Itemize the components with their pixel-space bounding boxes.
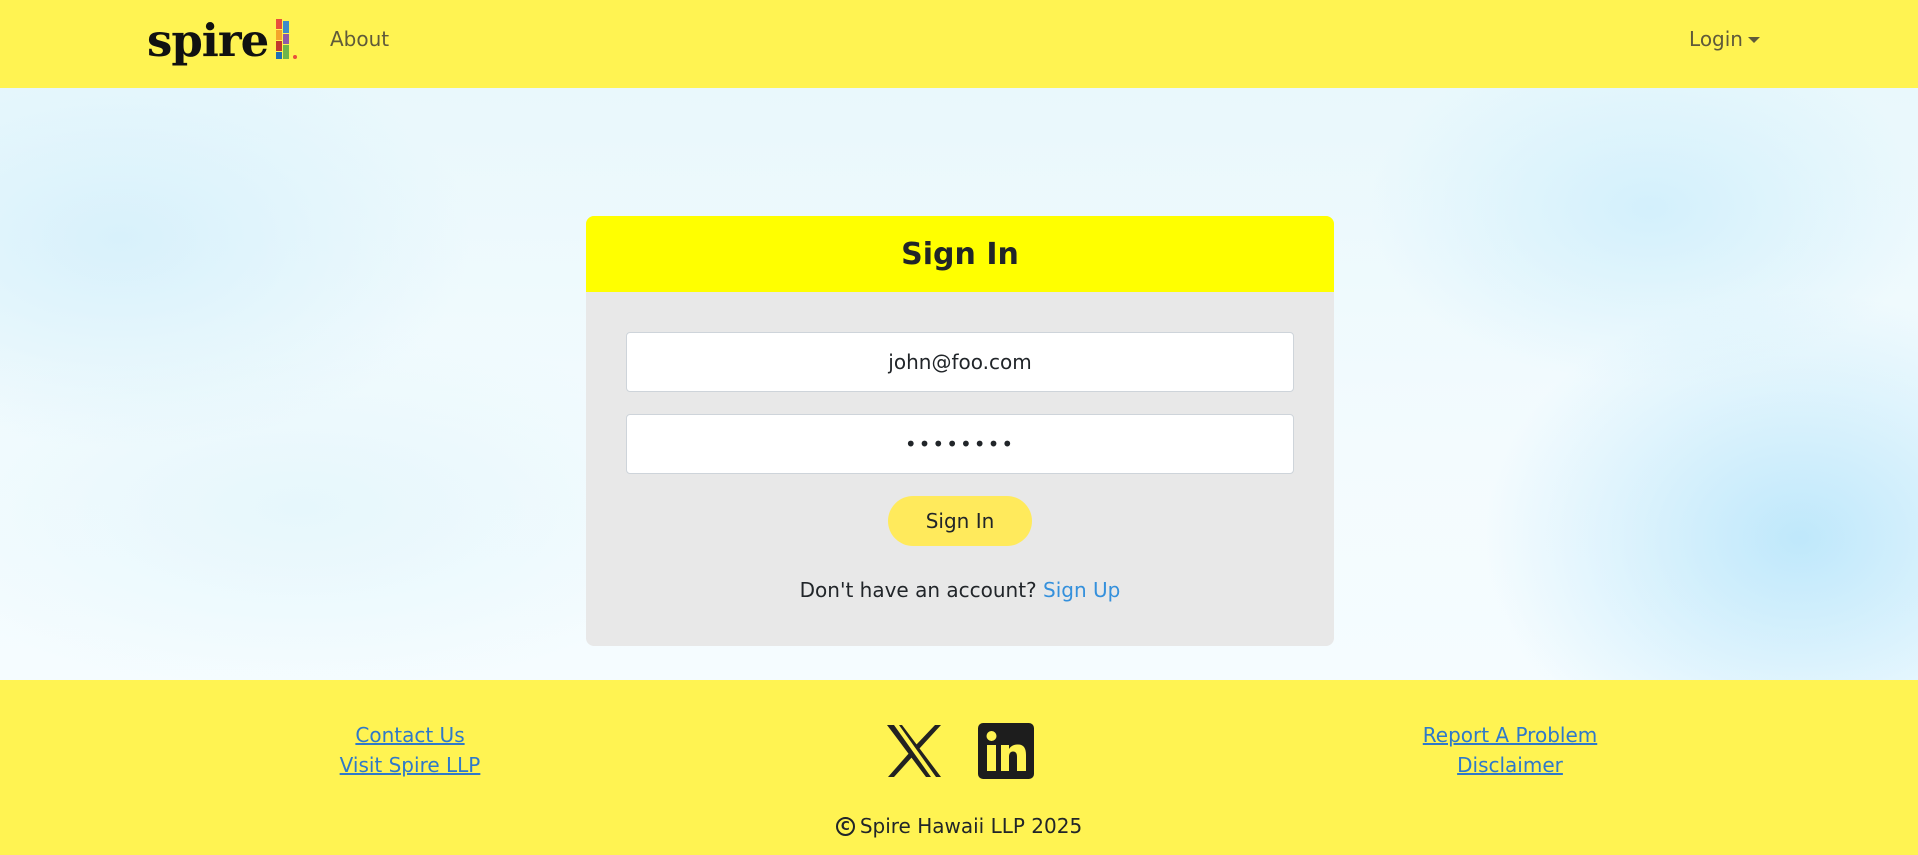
x-icon[interactable] <box>885 723 943 783</box>
signin-card: Sign In Sign In Don't have an account? S… <box>586 216 1334 646</box>
brand-logo[interactable]: spire <box>147 12 302 68</box>
spire-logo-mark-icon <box>276 19 298 59</box>
password-field[interactable] <box>626 414 1294 474</box>
copyright: C Spire Hawaii LLP 2025 <box>0 814 1918 838</box>
login-label: Login <box>1689 27 1743 51</box>
brand-name: spire <box>147 13 269 67</box>
nav-about-link[interactable]: About <box>330 27 389 51</box>
signin-card-title: Sign In <box>586 216 1334 292</box>
visit-spire-link[interactable]: Visit Spire LLP <box>340 753 481 777</box>
copyright-icon: C <box>835 816 855 836</box>
linkedin-icon[interactable] <box>978 723 1034 783</box>
signup-prompt: Don't have an account? Sign Up <box>586 578 1334 602</box>
caret-down-icon <box>1748 37 1760 43</box>
contact-us-link[interactable]: Contact Us <box>355 723 464 747</box>
report-problem-link[interactable]: Report A Problem <box>1423 723 1597 747</box>
hero-background: Sign In Sign In Don't have an account? S… <box>0 88 1918 680</box>
login-dropdown[interactable]: Login <box>1689 27 1760 51</box>
disclaimer-link[interactable]: Disclaimer <box>1457 753 1563 777</box>
navbar: spire About Login <box>0 0 1918 88</box>
email-field[interactable] <box>626 332 1294 392</box>
footer: Contact Us Visit Spire LLP Report A Prob… <box>0 680 1918 855</box>
signin-button[interactable]: Sign In <box>888 496 1032 546</box>
copyright-text: Spire Hawaii LLP 2025 <box>859 814 1083 838</box>
signup-link[interactable]: Sign Up <box>1043 578 1120 602</box>
no-account-text: Don't have an account? <box>799 578 1037 602</box>
